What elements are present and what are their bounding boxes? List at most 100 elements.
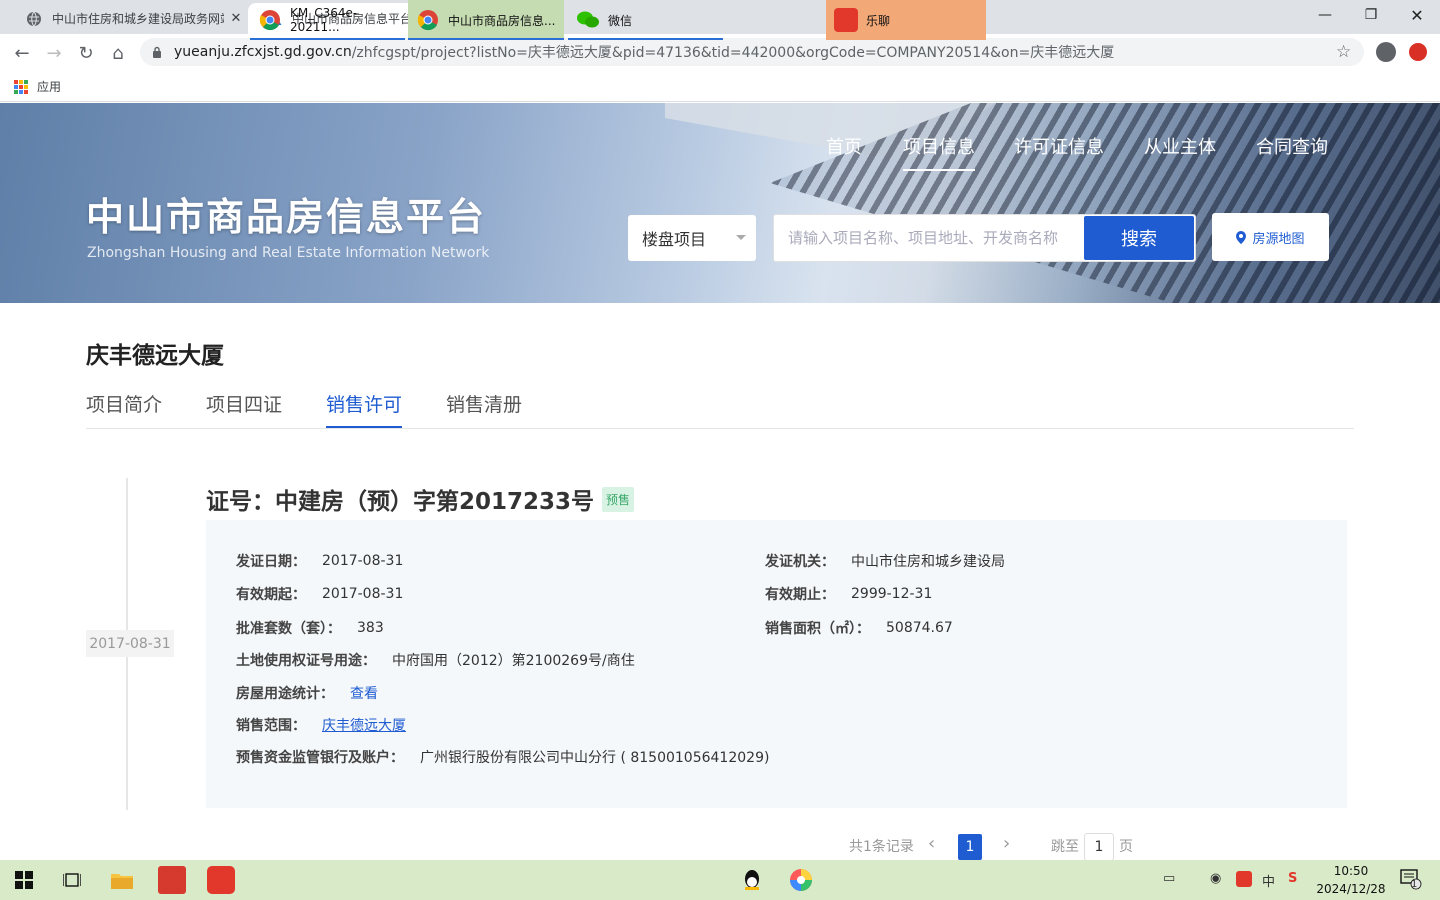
taskbar-item-platform[interactable]: 中山市商品房信息... (408, 0, 564, 40)
search-button[interactable]: 搜索 (1084, 216, 1194, 260)
bookmarks-bar: 应用 (0, 70, 1440, 102)
usage-view-link[interactable]: 查看 (350, 683, 378, 703)
valid-to-row: 有效期止： 2999-12-31 (765, 584, 932, 604)
extension-icon[interactable] (1409, 43, 1427, 61)
bookmark-star-icon[interactable]: ☆ (1336, 42, 1351, 62)
next-page-icon[interactable]: › (1003, 833, 1010, 854)
nav-practitioners[interactable]: 从业主体 (1144, 133, 1216, 171)
taskbar-item-label: KM_C364e-20211... (290, 6, 358, 34)
file-explorer-icon[interactable] (108, 866, 136, 894)
nav-home[interactable]: 首页 (826, 133, 862, 171)
url-host: yueanju.zfcxjst.gd.gov.cn (174, 44, 352, 60)
home-icon[interactable]: ⌂ (106, 41, 130, 65)
issuer-label: 发证机关： (765, 554, 835, 570)
ime-indicator[interactable]: 中 (1262, 871, 1275, 890)
url-path: /zhfcgspt/project?listNo=庆丰德远大厦&pid=4713… (351, 45, 1115, 61)
project-title: 庆丰德远大厦 (86, 343, 224, 369)
issuer-value: 中山市住房和城乡建设局 (851, 554, 1005, 570)
jump-label: 跳至 (1051, 839, 1079, 855)
taskbar-active-line (408, 38, 564, 40)
taskbar-item-lechat[interactable]: 乐聊 (826, 0, 986, 40)
page-suffix: 页 (1119, 839, 1133, 855)
area-row: 销售面积（㎡）： 50874.67 (765, 618, 953, 638)
reload-icon[interactable]: ↻ (74, 41, 98, 65)
search-input[interactable] (774, 215, 1084, 261)
bank-label: 预售资金监管银行及账户： (236, 750, 404, 766)
units-label: 批准套数（套）： (236, 621, 341, 637)
qq-icon[interactable] (738, 866, 766, 894)
taskbar-item-label: 微信 (608, 13, 633, 28)
profile-avatar-icon[interactable] (1376, 42, 1396, 62)
certificate-title: 证号：中建房（预）字第2017233号 预售 (206, 482, 635, 516)
address-bar[interactable]: yueanju.zfcxjst.gd.gov.cn/zhfcgspt/proje… (140, 38, 1364, 66)
apps-shortcut[interactable]: 应用 (14, 78, 61, 95)
prev-page-icon[interactable]: ‹ (928, 833, 935, 854)
taskbar-item-wechat[interactable]: 微信 (568, 0, 723, 40)
window-close-icon[interactable]: ✕ (1394, 0, 1440, 30)
site-subtitle: Zhongshan Housing and Real Estate Inform… (87, 245, 490, 261)
maximize-icon[interactable]: ❐ (1348, 0, 1394, 30)
issue-date-label: 发证日期： (236, 554, 306, 570)
issue-date-row: 发证日期： 2017-08-31 (236, 551, 403, 571)
house-map-button[interactable]: 房源地图 (1212, 213, 1329, 261)
nav-contract-query[interactable]: 合同查询 (1256, 133, 1328, 171)
area-value: 50874.67 (886, 620, 953, 636)
bank-row: 预售资金监管银行及账户： 广州银行股份有限公司中山分行 ( 8150010564… (236, 747, 769, 767)
tab-sales-list[interactable]: 销售清册 (446, 390, 522, 428)
valid-from-label: 有效期起： (236, 587, 306, 603)
scope-link[interactable]: 庆丰德远大厦 (322, 715, 406, 735)
apps-grid-icon (14, 79, 28, 94)
tabs-divider (86, 428, 1354, 429)
usage-label: 房屋用途统计： (236, 686, 334, 702)
search-box: 搜索 (773, 214, 1196, 262)
sogou-input-icon[interactable]: S (1288, 871, 1297, 886)
lechat-icon (834, 8, 858, 32)
chrome-icon (258, 8, 282, 32)
back-icon[interactable]: ← (10, 41, 34, 65)
land-row: 土地使用权证号用途： 中府国用（2012）第2100269号/商住 (236, 650, 635, 670)
app-red-icon[interactable] (158, 866, 186, 894)
notification-count: 1 (1411, 879, 1418, 890)
bank-value: 广州银行股份有限公司中山分行 ( 815001056412029) (420, 750, 770, 766)
task-view-icon[interactable] (58, 866, 86, 894)
taskbar-item-km[interactable]: KM_C364e-20211... (250, 0, 405, 40)
taskbar-clock[interactable]: 10:50 2024/12/28 (1316, 862, 1386, 898)
units-row: 批准套数（套）： 383 (236, 618, 384, 638)
house-map-label: 房源地图 (1252, 231, 1305, 247)
map-pin-icon (1236, 230, 1247, 244)
color-wheel-app-icon[interactable] (787, 866, 815, 894)
issuer-row: 发证机关： 中山市住房和城乡建设局 (765, 551, 1005, 571)
taskbar-item-label: 乐聊 (866, 13, 891, 28)
taskbar-active-line (250, 38, 405, 40)
apps-label: 应用 (37, 80, 62, 94)
page-number-current[interactable]: 1 (958, 834, 982, 860)
hero-banner: 中山市商品房信息平台 Zhongshan Housing and Real Es… (0, 103, 1440, 303)
land-label: 土地使用权证号用途： (236, 653, 376, 669)
tray-lechat-icon[interactable] (1236, 871, 1252, 887)
jump-page-input[interactable]: 1 (1084, 833, 1114, 861)
taskbar-item-label: 中山市商品房信息... (448, 13, 556, 28)
close-icon[interactable]: ✕ (224, 11, 248, 26)
valid-to-value: 2999-12-31 (851, 586, 933, 602)
lechat-app-icon[interactable] (207, 866, 235, 894)
network-icon[interactable]: ▭ (1163, 871, 1175, 886)
minimize-icon[interactable]: — (1302, 0, 1348, 30)
nav-project-info[interactable]: 项目信息 (903, 133, 975, 171)
nav-permit-info[interactable]: 许可证信息 (1014, 133, 1104, 171)
lock-icon (153, 46, 161, 58)
tab-sales-permit[interactable]: 销售许可 (326, 390, 403, 428)
search-type-select[interactable]: 楼盘项目 (628, 215, 756, 261)
scope-row: 销售范围： 庆丰德远大厦 (236, 715, 406, 735)
forward-icon[interactable]: → (42, 41, 66, 65)
browser-tab-1[interactable]: 中山市住房和城乡建设局政务网站 ✕ (8, 3, 248, 34)
chrome-icon (416, 8, 440, 32)
tab-project-intro[interactable]: 项目简介 (86, 390, 162, 428)
clock-time: 10:50 (1333, 864, 1369, 878)
search-type-value: 楼盘项目 (642, 230, 707, 249)
tray-app-icon[interactable]: ◉ (1210, 871, 1221, 886)
valid-from-value: 2017-08-31 (322, 586, 404, 602)
scope-label: 销售范围： (236, 718, 306, 734)
windows-start-icon[interactable] (10, 866, 38, 894)
chevron-down-icon (736, 235, 746, 240)
tab-project-certificates[interactable]: 项目四证 (206, 390, 282, 428)
